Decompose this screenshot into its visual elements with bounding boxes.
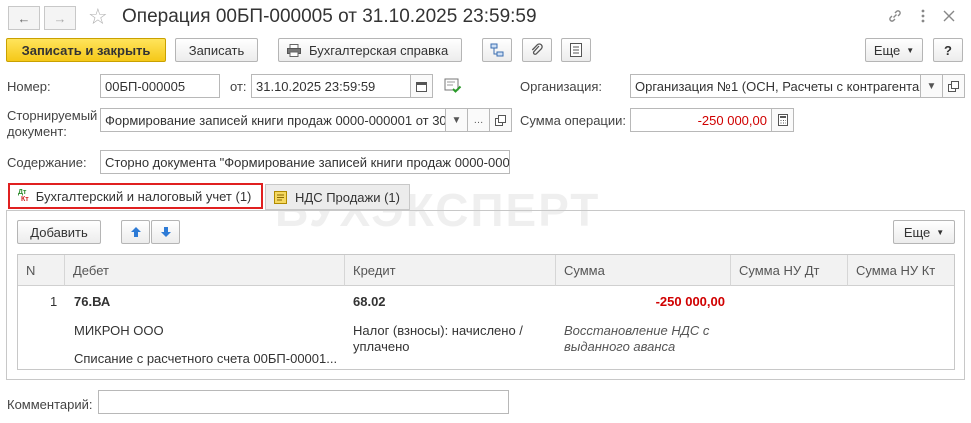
help-button[interactable]: ? <box>933 38 963 62</box>
content-label: Содержание: <box>7 155 87 170</box>
open-window-icon <box>495 114 506 126</box>
dropdown-arrow-icon: ▼ <box>936 227 945 237</box>
storno-select-button[interactable]: … <box>468 108 490 132</box>
credit-subconto-line2: уплачено <box>353 339 410 354</box>
tab-vat-sales-label: НДС Продажи (1) <box>295 189 400 205</box>
back-button[interactable]: ← <box>8 6 40 30</box>
column-header-nu-dt[interactable]: Сумма НУ Дт <box>731 255 848 286</box>
printer-icon <box>287 43 301 57</box>
calendar-button[interactable] <box>411 74 433 98</box>
debit-account: 76.ВА <box>74 294 111 309</box>
journal-icon <box>570 43 582 57</box>
table-more-label: Еще <box>903 224 931 240</box>
organization-dropdown-button[interactable]: ▼ <box>921 74 943 98</box>
structure-button[interactable] <box>482 38 512 62</box>
date-field[interactable]: 31.10.2025 23:59:59 <box>251 74 411 98</box>
hierarchy-icon <box>490 43 504 57</box>
arrow-left-icon: ← <box>17 10 31 26</box>
posting-content-line2: выданного аванса <box>564 339 676 354</box>
operation-sum-label: Сумма операции: <box>520 113 626 128</box>
date-label: от: <box>230 79 247 94</box>
credit-account: 68.02 <box>353 294 386 309</box>
more-vertical-icon[interactable] <box>912 5 934 27</box>
dropdown-arrow-icon: ▼ <box>926 80 937 92</box>
close-icon[interactable] <box>938 5 960 27</box>
accounting-report-button[interactable]: Бухгалтерская справка <box>278 38 462 62</box>
operation-sum-field[interactable]: -250 000,00 <box>630 108 772 132</box>
star-icon[interactable]: ☆ <box>88 4 108 30</box>
posting-status-icon <box>444 78 462 97</box>
comment-label: Комментарий: <box>7 397 93 412</box>
more-menu-button[interactable]: Еще ▼ <box>865 38 923 62</box>
posting-content-line1: Восстановление НДС с <box>564 323 710 338</box>
storno-document-field[interactable]: Формирование записей книги продаж 0000-0… <box>100 108 446 132</box>
row-number: 1 <box>50 294 58 309</box>
calculator-button[interactable] <box>772 108 794 132</box>
arrow-up-icon <box>130 226 142 238</box>
dropdown-arrow-icon: ▼ <box>906 45 915 55</box>
calendar-icon <box>416 81 427 92</box>
column-header-debit[interactable]: Дебет <box>65 255 345 286</box>
save-and-close-button[interactable]: Записать и закрыть <box>6 38 166 62</box>
more-label: Еще <box>873 42 901 58</box>
dropdown-arrow-icon: ▼ <box>451 114 462 126</box>
number-field[interactable]: 00БП-000005 <box>100 74 220 98</box>
credit-subconto-line1: Налог (взносы): начислено / <box>353 323 523 338</box>
arrow-down-icon <box>160 226 172 238</box>
column-header-amount[interactable]: Сумма <box>556 255 731 286</box>
forward-button[interactable]: → <box>44 6 76 30</box>
registers-button[interactable] <box>561 38 591 62</box>
accounting-report-label: Бухгалтерская справка <box>309 42 449 58</box>
tab-accounting-label: Бухгалтерский и налоговый учет (1) <box>35 188 252 204</box>
save-button[interactable]: Записать <box>175 38 258 62</box>
open-window-icon <box>948 80 959 92</box>
table-more-button[interactable]: Еще ▼ <box>893 220 955 244</box>
paperclip-icon <box>530 43 544 57</box>
content-field[interactable]: Сторно документа "Формирование записей к… <box>100 150 510 174</box>
column-header-n[interactable]: N <box>18 255 65 286</box>
postings-table[interactable]: N Дебет Кредит Сумма Сумма НУ Дт Сумма Н… <box>17 254 955 370</box>
tab-vat-sales[interactable]: НДС Продажи (1) <box>265 184 410 210</box>
debit-subconto-1: МИКРОН ООО <box>74 323 164 338</box>
calculator-icon <box>777 114 788 126</box>
tab-accounting[interactable]: Дт Кт Бухгалтерский и налоговый учет (1) <box>8 183 263 209</box>
link-icon[interactable] <box>884 5 906 27</box>
storno-dropdown-button[interactable]: ▼ <box>446 108 468 132</box>
organization-open-button[interactable] <box>943 74 965 98</box>
organization-label: Организация: <box>520 79 603 94</box>
table-row[interactable]: 1 76.ВА МИКРОН ООО Списание с расчетного… <box>18 287 954 369</box>
arrow-right-icon: → <box>53 10 67 26</box>
ellipsis-icon: … <box>473 114 484 126</box>
vat-icon <box>274 190 287 204</box>
amount-value: -250 000,00 <box>655 294 725 309</box>
dt-kt-icon: Дт Кт <box>18 189 29 203</box>
debit-subconto-2: Списание с расчетного счета 00БП-00001..… <box>74 351 338 366</box>
move-down-button[interactable] <box>151 220 180 244</box>
attach-files-button[interactable] <box>522 38 552 62</box>
page-title: Операция 00БП-000005 от 31.10.2025 23:59… <box>122 6 537 27</box>
comment-field[interactable] <box>98 390 509 414</box>
storno-label-line1: Сторнируемый <box>7 108 98 123</box>
move-up-button[interactable] <box>121 220 150 244</box>
number-label: Номер: <box>7 79 51 94</box>
storno-label-line2: документ: <box>7 124 67 139</box>
column-header-credit[interactable]: Кредит <box>345 255 556 286</box>
add-row-button[interactable]: Добавить <box>17 220 101 244</box>
storno-open-button[interactable] <box>490 108 512 132</box>
organization-field[interactable]: Организация №1 (ОСН, Расчеты с контраген… <box>630 74 921 98</box>
column-header-nu-kt[interactable]: Сумма НУ Кт <box>848 255 954 286</box>
